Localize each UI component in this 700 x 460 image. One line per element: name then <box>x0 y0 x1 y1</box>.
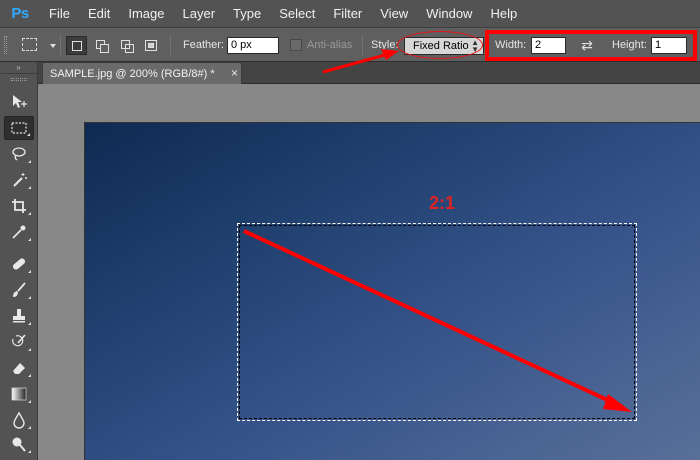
dodge-icon <box>12 437 26 452</box>
close-icon[interactable]: × <box>231 66 238 80</box>
divider <box>170 35 171 55</box>
history-brush-tool[interactable] <box>4 330 34 354</box>
move-icon <box>13 95 27 108</box>
gradient-icon <box>11 387 27 401</box>
eyedropper-icon <box>12 225 26 239</box>
tool-submenu-indicator <box>28 186 31 189</box>
tool-submenu-indicator <box>28 238 31 241</box>
tool-submenu-indicator <box>28 296 31 299</box>
history-brush-icon <box>12 334 26 347</box>
anti-alias-label: Anti-alias <box>307 39 353 51</box>
tool-preset-picker[interactable] <box>20 36 60 54</box>
app-logo: Ps <box>0 0 40 28</box>
tool-submenu-indicator <box>28 426 31 429</box>
spot-healing-icon <box>12 258 26 270</box>
menu-select[interactable]: Select <box>270 0 324 28</box>
new-selection-icon <box>72 41 82 51</box>
tools-panel-grip[interactable] <box>0 74 37 84</box>
tool-submenu-indicator <box>28 160 31 163</box>
width-input[interactable]: 2 <box>531 37 566 54</box>
menu-help[interactable]: Help <box>481 0 526 28</box>
tool-submenu-indicator <box>28 400 31 403</box>
ratio-annotation-label: 2:1 <box>429 193 456 213</box>
move-tool[interactable] <box>4 90 34 114</box>
tool-submenu-indicator <box>28 450 31 453</box>
tools-panel: » <box>0 62 38 460</box>
magic-wand-tool[interactable] <box>4 168 34 192</box>
menu-bar: Ps File Edit Image Layer Type Select Fil… <box>0 0 700 28</box>
menu-type[interactable]: Type <box>224 0 270 28</box>
brush-tool[interactable] <box>4 278 34 302</box>
tool-submenu-indicator <box>28 348 31 351</box>
height-input[interactable]: 1 <box>651 37 687 54</box>
collapse-icon: » <box>16 63 21 72</box>
crop-icon <box>12 199 26 213</box>
subtract-from-selection-button[interactable] <box>117 36 138 55</box>
width-label: Width: <box>495 39 527 51</box>
menu-layer[interactable]: Layer <box>174 0 225 28</box>
marquee-preset-icon <box>22 38 37 51</box>
crop-tool[interactable] <box>4 194 34 218</box>
options-bar: Feather: 0 px Anti-alias Style: Fixed Ra… <box>0 28 700 62</box>
dodge-tool[interactable] <box>4 432 34 456</box>
magic-wand-icon <box>13 173 27 187</box>
blur-icon <box>13 411 25 429</box>
height-label: Height: <box>612 39 647 51</box>
menu-filter[interactable]: Filter <box>324 0 371 28</box>
select-arrows-icon: ▲ ▼ <box>471 38 479 54</box>
brush-icon <box>13 282 26 297</box>
subtract-selection-icon-b <box>125 44 134 53</box>
add-to-selection-button[interactable] <box>92 36 113 55</box>
marquee-selection[interactable] <box>237 223 637 421</box>
document-tab-bar: SAMPLE.jpg @ 200% (RGB/8#) * × <box>38 62 700 84</box>
tools-panel-collapse[interactable]: » <box>0 62 37 74</box>
document-tab[interactable]: SAMPLE.jpg @ 200% (RGB/8#) * × <box>42 62 242 84</box>
divider <box>362 35 363 55</box>
tool-submenu-indicator <box>28 374 31 377</box>
lasso-tool[interactable] <box>4 142 34 166</box>
swap-arrows-icon[interactable]: ⇄ <box>578 36 596 54</box>
clone-stamp-tool[interactable] <box>4 304 34 328</box>
eyedropper-tool[interactable] <box>4 220 34 244</box>
style-select[interactable]: Fixed Ratio ▲ ▼ <box>404 37 484 55</box>
tool-submenu-indicator <box>27 133 30 136</box>
blur-tool[interactable] <box>4 408 34 432</box>
eraser-tool[interactable] <box>4 356 34 380</box>
divider <box>60 35 61 55</box>
tool-submenu-indicator <box>28 212 31 215</box>
menu-image[interactable]: Image <box>119 0 173 28</box>
options-bar-grip-icon[interactable] <box>4 36 7 54</box>
menu-file[interactable]: File <box>40 0 79 28</box>
feather-input[interactable]: 0 px <box>227 37 279 54</box>
eraser-icon <box>13 363 25 374</box>
gradient-tool[interactable] <box>4 382 34 406</box>
app-logo-text: Ps <box>11 5 29 22</box>
document-tab-title: SAMPLE.jpg @ 200% (RGB/8#) * <box>50 67 215 80</box>
menu-window[interactable]: Window <box>417 0 481 28</box>
feather-label: Feather: <box>183 39 224 51</box>
rectangular-marquee-tool[interactable] <box>4 116 34 140</box>
menu-view[interactable]: View <box>371 0 417 28</box>
tool-submenu-indicator <box>28 322 31 325</box>
style-select-value: Fixed Ratio <box>413 40 469 52</box>
intersect-selection-button[interactable] <box>141 36 162 55</box>
style-label: Style: <box>371 39 399 51</box>
anti-alias-checkbox[interactable] <box>290 39 302 51</box>
tool-submenu-indicator <box>28 270 31 273</box>
rectangular-marquee-icon <box>11 122 27 134</box>
new-selection-button[interactable] <box>66 36 87 55</box>
add-selection-icon-b <box>100 44 109 53</box>
intersect-selection-icon-b <box>148 43 154 48</box>
menu-edit[interactable]: Edit <box>79 0 119 28</box>
chevron-down-icon <box>50 44 56 48</box>
lasso-icon <box>12 147 26 161</box>
spot-healing-tool[interactable] <box>4 252 34 276</box>
clone-stamp-icon <box>13 309 25 323</box>
